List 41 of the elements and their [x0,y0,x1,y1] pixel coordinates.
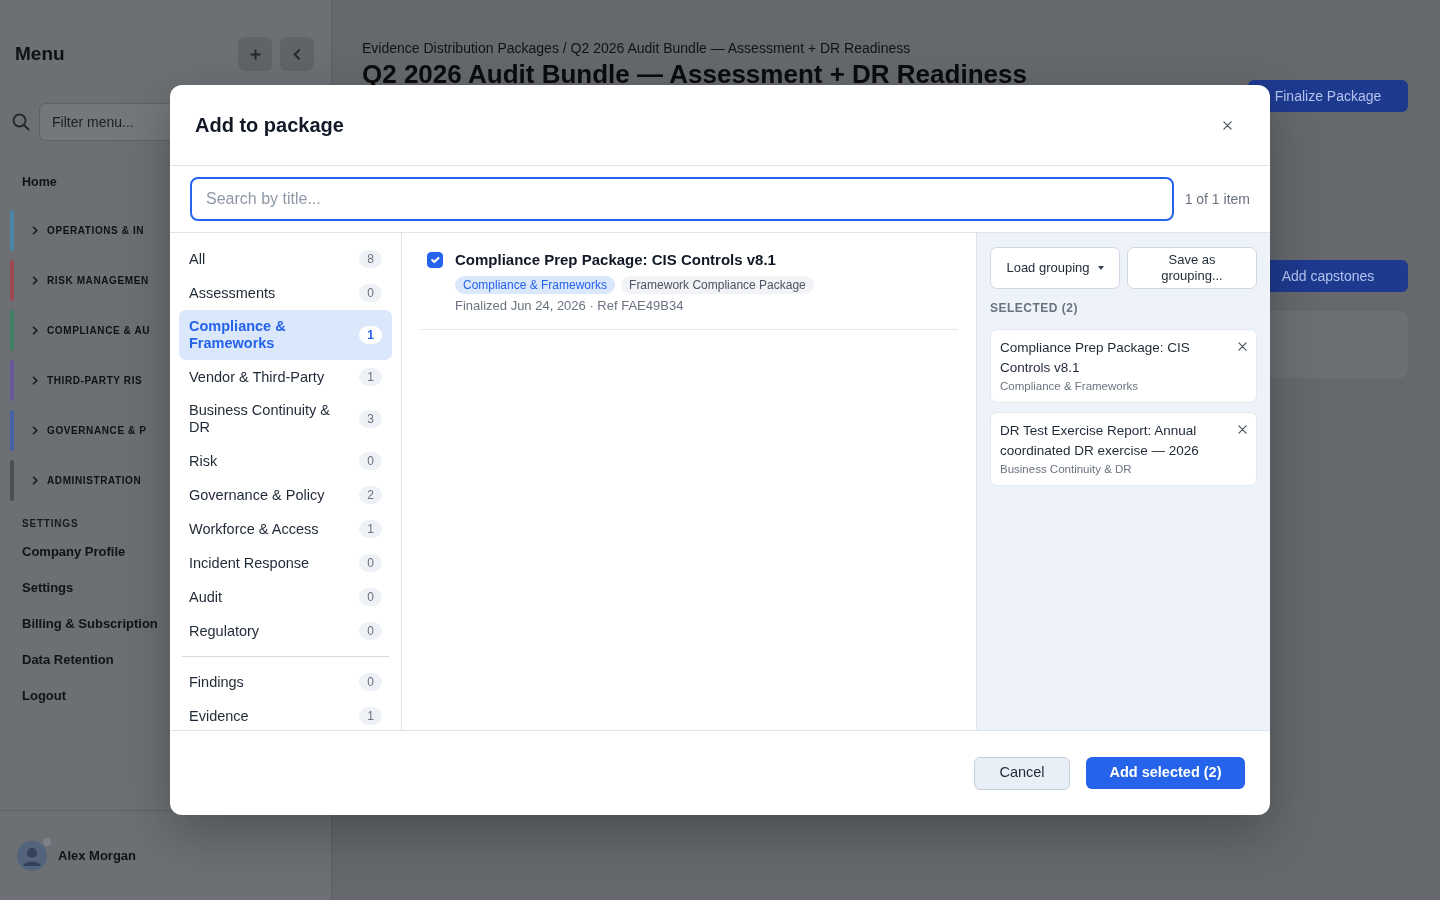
count-badge: 0 [359,452,382,470]
category-label: Audit [189,588,223,606]
selected-item-title: Compliance Prep Package: CIS Controls v8.1 [1000,339,1191,377]
category-label: Workforce & Access [189,520,319,538]
section-heading: SETTINGS [22,518,79,529]
breadcrumb: Evidence Distribution Packages / Q2 2026 Audit Bundle — Assessment + DR Readiness [362,40,911,56]
count-badge: 8 [359,250,382,268]
category-label: Assessments [189,284,276,302]
count-badge: 1 [359,368,382,386]
count-badge: 0 [359,554,382,572]
selected-item-category: Compliance & Frameworks [1000,379,1140,393]
count-badge: 0 [359,588,382,606]
tag: Compliance & Frameworks [455,276,616,294]
category-label: Findings [189,673,244,691]
count-badge: 2 [359,486,382,504]
category-label: Regulatory [189,622,260,640]
result-count: 1 of 1 item [1184,189,1250,209]
category-label: Vendor & Third-Party [189,368,325,386]
category-label: All [189,250,206,268]
count-badge: 1 [359,520,382,538]
count-badge: 0 [359,284,382,302]
count-badge: 1 [359,326,382,344]
user-name: Alex Morgan [58,846,136,865]
category-label: Incident Response [189,554,310,572]
count-badge: 0 [359,622,382,640]
result-meta: Finalized Jun 24, 2026 · Ref FAE49B34 [455,298,685,314]
category-label: Business Continuity & DR [189,402,332,436]
category-label: Governance & Policy [189,486,325,504]
count-badge: 1 [359,707,382,725]
menu-title: Menu [15,41,65,66]
category-label: Evidence [189,707,249,725]
count-badge: 3 [359,410,382,428]
count-badge: 0 [359,673,382,691]
category-label: Compliance & Frameworks [189,318,287,352]
selected-item-title: DR Test Exercise Report: Annual coordinated DR exercise — 2026 [1000,422,1200,460]
dialog-title: Add to package [195,113,344,137]
result-title: Compliance Prep Package: CIS Controls v8.1 [455,250,777,270]
category-label: Risk [189,452,218,470]
tag: Framework Compliance Package [621,276,814,294]
selected-item-category: Business Continuity & DR [1000,462,1133,476]
selected-heading: SELECTED (2) [990,301,1079,315]
